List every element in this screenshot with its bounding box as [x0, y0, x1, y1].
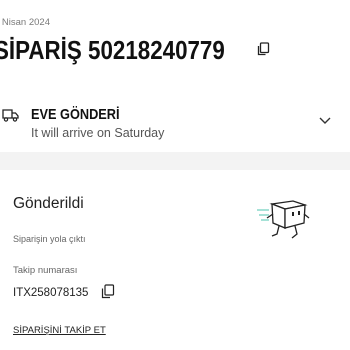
order-date: 8 Nisan 2024	[0, 17, 50, 28]
delivery-eta: It will arrive on Saturday	[31, 126, 165, 140]
tracking-number: ITX258078135	[13, 287, 89, 299]
shipment-status: Gönderildi	[13, 195, 84, 212]
tracking-label: Takip numarası	[13, 265, 78, 276]
shipment-status-description: Siparişin yola çıktı	[13, 234, 86, 244]
delivery-type: EVE GÖNDERİ	[31, 106, 120, 123]
order-title: SİPARİŞ 50218240779	[0, 34, 225, 65]
copy-icon[interactable]	[100, 284, 115, 299]
order-header: 8 Nisan 2024 SİPARİŞ 50218240779	[0, 0, 350, 90]
track-order-link[interactable]: SİPARİŞİNİ TAKİP ET	[13, 325, 106, 336]
delivery-summary[interactable]: EVE GÖNDERİ It will arrive on Saturday	[0, 90, 350, 150]
truck-icon	[2, 109, 19, 122]
running-box-illustration	[257, 200, 310, 239]
order-detail-page: 8 Nisan 2024 SİPARİŞ 50218240779 EVE GÖN…	[0, 0, 350, 350]
section-divider	[0, 152, 350, 170]
copy-icon[interactable]	[256, 42, 270, 56]
order-title-row: SİPARİŞ 50218240779	[0, 33, 274, 67]
chevron-down-icon[interactable]	[318, 115, 332, 125]
shipment-card: Gönderildi Siparişin yola çıktı Takip nu…	[0, 170, 350, 350]
